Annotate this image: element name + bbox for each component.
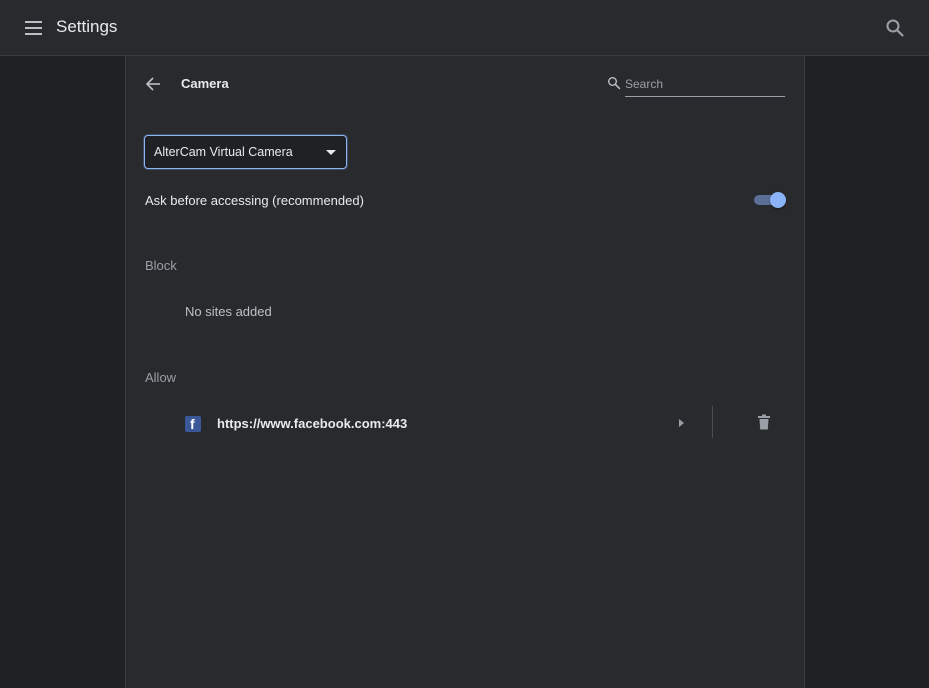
hamburger-menu-icon[interactable] <box>24 18 44 38</box>
allow-heading: Allow <box>145 370 177 385</box>
caret-down-icon <box>326 150 336 155</box>
allowed-site-row[interactable]: f https://www.facebook.com:443 <box>170 398 806 448</box>
search-icon <box>608 77 621 90</box>
facebook-icon: f <box>185 416 201 432</box>
page-title: Camera <box>181 76 229 91</box>
search-icon[interactable] <box>884 17 906 39</box>
camera-settings-panel: Camera AlterCam Virtual Camera Ask befor… <box>125 56 805 688</box>
camera-device-select[interactable]: AlterCam Virtual Camera <box>144 135 347 169</box>
arrow-left-icon[interactable] <box>144 74 164 94</box>
trash-icon[interactable] <box>755 413 773 431</box>
app-title: Settings <box>56 17 118 36</box>
arrow-right-icon[interactable] <box>675 417 687 429</box>
block-heading: Block <box>145 258 177 273</box>
block-empty-text: No sites added <box>185 304 272 319</box>
ask-before-accessing-label: Ask before accessing (recommended) <box>145 193 364 208</box>
ask-before-accessing-toggle[interactable] <box>754 191 788 209</box>
site-url[interactable]: https://www.facebook.com:443 <box>217 416 407 431</box>
row-divider <box>712 406 713 438</box>
toggle-knob <box>770 192 786 208</box>
search-settings-input[interactable] <box>625 73 785 97</box>
selected-camera: AlterCam Virtual Camera <box>154 145 293 159</box>
top-app-bar: Settings <box>0 0 929 56</box>
